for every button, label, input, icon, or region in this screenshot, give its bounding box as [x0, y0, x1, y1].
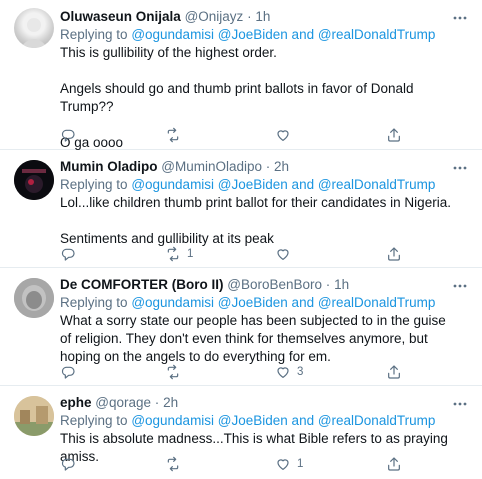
- heart-icon: [277, 249, 289, 260]
- like-button[interactable]: 3: [275, 362, 303, 382]
- tweet[interactable]: De COMFORTER (Boro II) @BoroBenBoro · 1h…: [0, 268, 482, 386]
- timestamp[interactable]: 2h: [163, 395, 178, 410]
- tweet-text: What a sorry state our people has been s…: [60, 312, 452, 366]
- heart-icon: [277, 459, 289, 470]
- replying-to-mentions[interactable]: @ogundamisi @JoeBiden and @realDonaldTru…: [131, 295, 435, 310]
- replying-to-label: Replying to: [60, 413, 128, 428]
- heart-icon: [277, 367, 289, 378]
- retweet-button[interactable]: 1: [165, 244, 193, 264]
- share-icon: [388, 247, 400, 261]
- reply-button[interactable]: [60, 454, 76, 474]
- tweet-actions: 1: [60, 454, 460, 474]
- tweet-content: De COMFORTER (Boro II) @BoroBenBoro · 1h…: [60, 276, 452, 366]
- like-button[interactable]: [275, 244, 297, 264]
- tweet-text: Lol...like children thumb print ballot f…: [60, 194, 452, 248]
- heart-icon: [277, 130, 289, 141]
- share-icon: [388, 128, 400, 142]
- author-handle[interactable]: @qorage: [95, 395, 151, 410]
- avatar[interactable]: [14, 396, 54, 436]
- author-name[interactable]: Oluwaseun Onijala: [60, 9, 181, 24]
- more-options-icon[interactable]: [452, 10, 468, 20]
- share-icon: [388, 457, 400, 471]
- tweet-paragraph: This is gullibility of the highest order…: [60, 45, 277, 60]
- like-count: 3: [297, 366, 304, 378]
- tweet-header: Mumin Oladipo @MuminOladipo · 2h: [60, 158, 452, 176]
- share-button[interactable]: [386, 362, 402, 382]
- reply-icon: [61, 248, 75, 261]
- replying-to-mentions[interactable]: @ogundamisi @JoeBiden and @realDonaldTru…: [131, 413, 435, 428]
- timestamp[interactable]: 2h: [274, 159, 289, 174]
- retweet-icon: [167, 456, 179, 472]
- reply-button[interactable]: [60, 362, 76, 382]
- tweet[interactable]: ephe @qorage · 2h Replying to @ogundamis…: [0, 386, 482, 479]
- like-button[interactable]: 1: [275, 454, 303, 474]
- author-handle[interactable]: @Onijayz: [185, 9, 244, 24]
- tweet-paragraph: Lol...like children thumb print ballot f…: [60, 195, 451, 210]
- replying-to-mentions[interactable]: @ogundamisi @JoeBiden and @realDonaldTru…: [131, 27, 435, 42]
- more-options-icon[interactable]: [452, 396, 468, 406]
- separator-dot: ·: [265, 159, 271, 174]
- avatar[interactable]: [14, 160, 54, 200]
- avatar[interactable]: [14, 8, 54, 48]
- share-button[interactable]: [386, 244, 402, 264]
- tweet-paragraph: Angels should go and thumb print ballots…: [60, 81, 414, 114]
- share-button[interactable]: [386, 454, 402, 474]
- author-handle[interactable]: @BoroBenBoro: [227, 277, 322, 292]
- reply-icon: [61, 458, 75, 471]
- more-options-icon[interactable]: [452, 160, 468, 170]
- timestamp[interactable]: 1h: [255, 9, 270, 24]
- timestamp[interactable]: 1h: [334, 277, 349, 292]
- like-count: 1: [297, 458, 304, 470]
- replying-to: Replying to @ogundamisi @JoeBiden and @r…: [60, 412, 452, 430]
- reply-icon: [61, 129, 75, 142]
- like-button[interactable]: [275, 125, 297, 145]
- separator-dot: ·: [325, 277, 331, 292]
- retweet-icon: [167, 127, 179, 143]
- author-name[interactable]: De COMFORTER (Boro II): [60, 277, 224, 292]
- author-name[interactable]: Mumin Oladipo: [60, 159, 158, 174]
- separator-dot: ·: [247, 9, 252, 24]
- tweet-header: Oluwaseun Onijala @Onijayz · 1h: [60, 8, 452, 26]
- more-options-icon[interactable]: [452, 278, 468, 288]
- tweet-content: Mumin Oladipo @MuminOladipo · 2h Replyin…: [60, 158, 452, 248]
- tweet-actions: [60, 125, 460, 145]
- share-icon: [388, 365, 400, 379]
- author-name[interactable]: ephe: [60, 395, 92, 410]
- author-handle[interactable]: @MuminOladipo: [161, 159, 262, 174]
- tweet-header: De COMFORTER (Boro II) @BoroBenBoro · 1h: [60, 276, 452, 294]
- replying-to: Replying to @ogundamisi @JoeBiden and @r…: [60, 176, 452, 194]
- retweet-count: 1: [187, 248, 194, 260]
- avatar[interactable]: [14, 278, 54, 318]
- replying-to-label: Replying to: [60, 27, 128, 42]
- replying-to: Replying to @ogundamisi @JoeBiden and @r…: [60, 294, 452, 312]
- replying-to-label: Replying to: [60, 295, 128, 310]
- tweet-actions: 1: [60, 244, 460, 264]
- replying-to: Replying to @ogundamisi @JoeBiden and @r…: [60, 26, 452, 44]
- separator-dot: ·: [154, 395, 160, 410]
- tweet-paragraph: What a sorry state our people has been s…: [60, 313, 446, 364]
- retweet-button[interactable]: [165, 362, 187, 382]
- reply-button[interactable]: [60, 125, 76, 145]
- tweet[interactable]: Oluwaseun Onijala @Onijayz · 1h Replying…: [0, 0, 482, 150]
- replying-to-mentions[interactable]: @ogundamisi @JoeBiden and @realDonaldTru…: [131, 177, 435, 192]
- retweet-icon: [167, 246, 179, 262]
- reply-button[interactable]: [60, 244, 76, 264]
- retweet-button[interactable]: [165, 125, 187, 145]
- reply-feed: Oluwaseun Onijala @Onijayz · 1h Replying…: [0, 0, 482, 479]
- reply-icon: [61, 366, 75, 379]
- retweet-button[interactable]: [165, 454, 187, 474]
- tweet-header: ephe @qorage · 2h: [60, 394, 452, 412]
- tweet[interactable]: Mumin Oladipo @MuminOladipo · 2h Replyin…: [0, 150, 482, 268]
- share-button[interactable]: [386, 125, 402, 145]
- tweet-actions: 3: [60, 362, 460, 382]
- replying-to-label: Replying to: [60, 177, 128, 192]
- retweet-icon: [167, 364, 179, 380]
